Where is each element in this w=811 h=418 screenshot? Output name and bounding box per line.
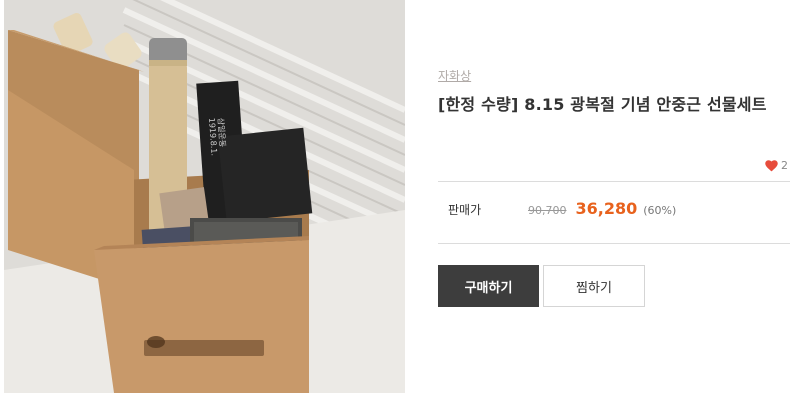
original-price: 90,700 [528,204,567,217]
price-row: 판매가 90,700 36,280 (60%) [438,199,790,223]
wishlist-button[interactable]: 찜하기 [543,265,645,307]
discount-rate: (60%) [643,204,677,217]
divider-bottom [438,243,790,244]
like-count: 2 [781,159,788,172]
heart-icon [765,159,778,171]
product-title: [한정 수량] 8.15 광복절 기념 안중근 선물세트 [438,95,767,114]
brand-link[interactable]: 자화상 [438,67,471,84]
like-button[interactable]: 2 [765,159,788,172]
buy-button[interactable]: 구매하기 [438,265,539,307]
divider-top [438,181,790,182]
card-text-event: 삼일운동 [216,117,228,147]
product-image: 1919.8.1. 삼일운동 [4,0,405,393]
sale-price: 36,280 [575,199,638,218]
price-label: 판매가 [448,203,482,217]
